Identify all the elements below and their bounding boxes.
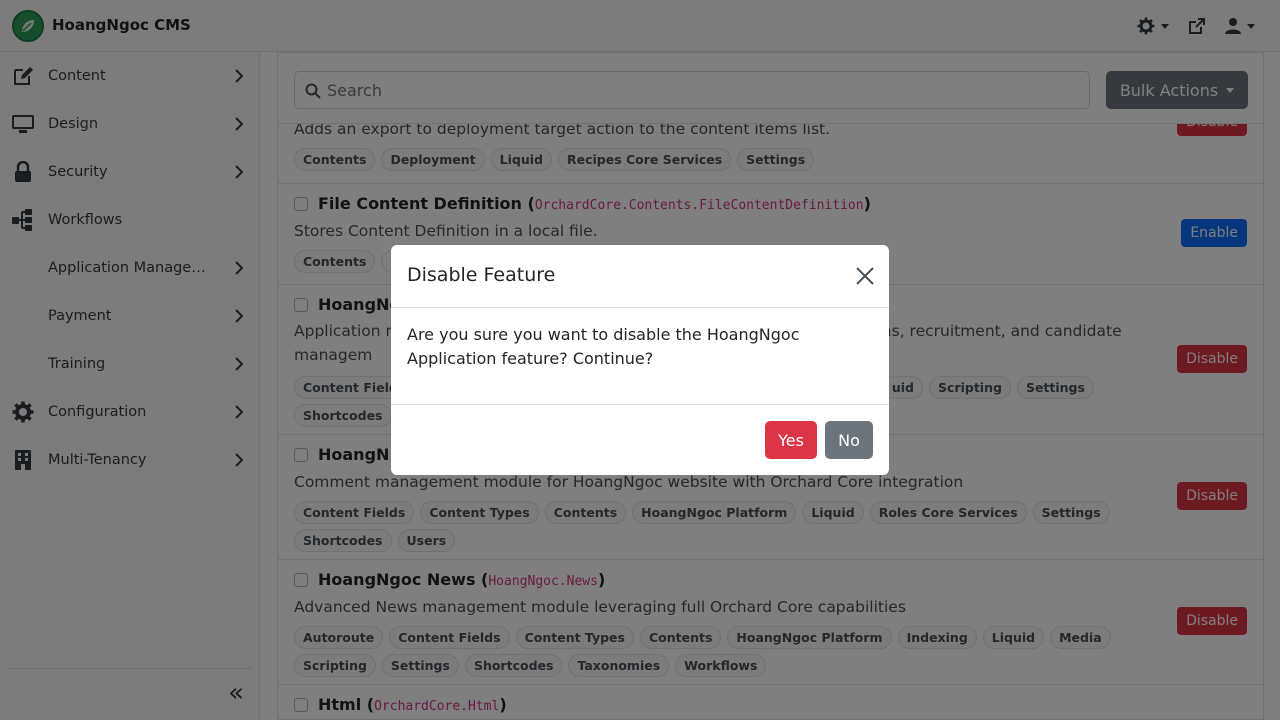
confirm-yes-button[interactable]: Yes (765, 421, 817, 459)
close-icon[interactable] (855, 266, 875, 286)
disable-feature-dialog: Disable Feature Are you sure you want to… (391, 245, 889, 475)
confirm-no-button[interactable]: No (825, 421, 873, 459)
modal-header: Disable Feature (391, 245, 889, 308)
modal-message: Are you sure you want to disable the Hoa… (407, 325, 800, 368)
modal-footer: Yes No (391, 404, 889, 475)
modal-title: Disable Feature (407, 264, 556, 286)
